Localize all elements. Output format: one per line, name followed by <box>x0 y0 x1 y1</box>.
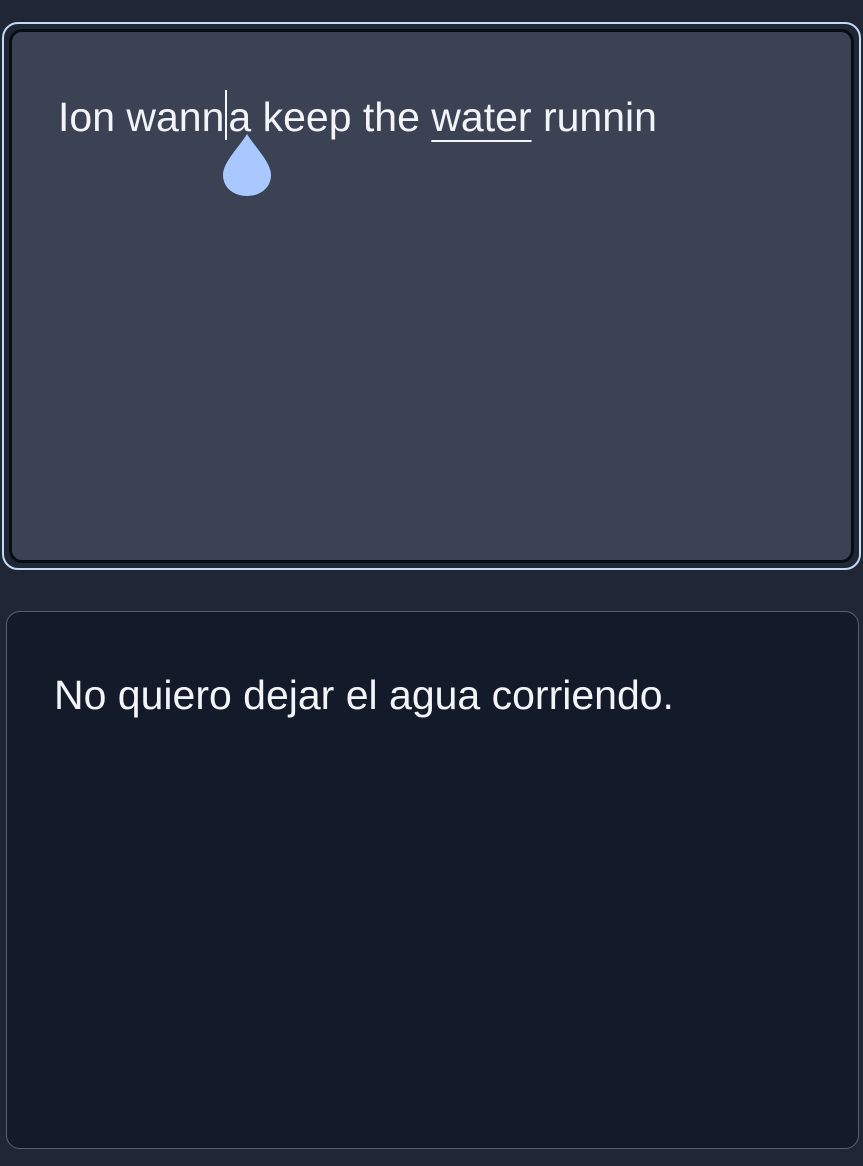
source-text-input-panel[interactable]: Ion wanna keep the water runnin <box>2 22 861 570</box>
source-text-before-cursor: Ion wann <box>58 94 225 140</box>
translated-text: No quiero dejar el agua corriendo. <box>54 672 674 718</box>
source-text-input[interactable]: Ion wanna keep the water runnin <box>9 29 854 563</box>
source-text-end: runnin <box>531 94 657 140</box>
teardrop-cursor-handle-icon[interactable] <box>220 131 274 197</box>
translation-output-panel: No quiero dejar el agua corriendo. <box>6 611 859 1149</box>
source-text[interactable]: Ion wanna keep the water runnin <box>58 90 657 141</box>
underlined-spellcheck-word[interactable]: water <box>431 94 531 140</box>
